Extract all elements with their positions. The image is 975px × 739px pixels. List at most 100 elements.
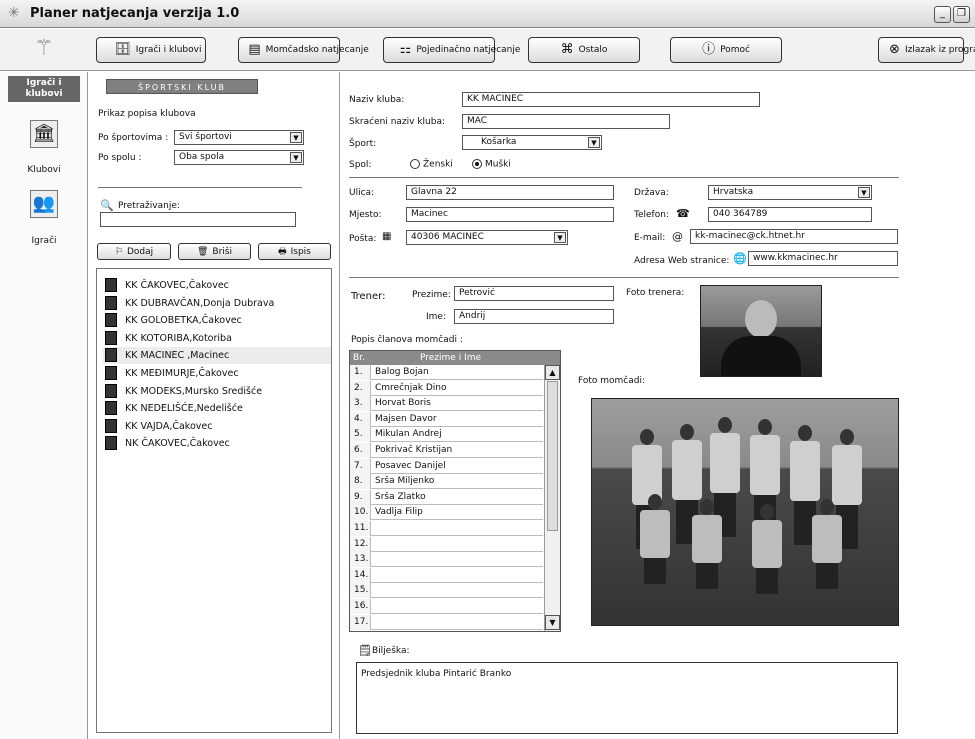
scroll-thumb[interactable] xyxy=(547,381,558,531)
table-row[interactable]: 2. Cmrečnjak Dino xyxy=(350,380,543,396)
team-competition-button[interactable]: ▤ Momčadsko natjecanje xyxy=(238,37,369,63)
chevron-down-icon[interactable]: ▼ xyxy=(858,187,870,198)
sport-select[interactable]: Košarka ▼ xyxy=(462,135,602,150)
phone-icon: ☎ xyxy=(676,207,690,220)
chevron-down-icon[interactable]: ▼ xyxy=(290,152,302,163)
table-row[interactable]: 10. Vadlja Filip xyxy=(350,505,543,521)
country-select[interactable]: Hrvatska ▼ xyxy=(708,185,872,200)
sidebar-item-players[interactable]: Igrači xyxy=(0,236,88,246)
help-button[interactable]: ⓘ Pomoć xyxy=(670,37,782,63)
email-field[interactable]: kk-macinec@ck.htnet.hr xyxy=(690,229,898,244)
table-row[interactable]: 6. Pokrivač Kristijan xyxy=(350,443,543,458)
list-item[interactable]: KK MEĐIMURJE,Čakovec xyxy=(103,365,331,382)
row-number: 15. xyxy=(350,583,371,599)
list-item[interactable]: KK MACINEC ,Macinec xyxy=(103,347,331,365)
street-field[interactable]: Glavna 22 xyxy=(406,185,614,200)
players-clubs-button[interactable]: 🗄 Igrači i klubovi xyxy=(96,37,206,63)
database-icon: 🗄 xyxy=(114,42,131,57)
sidebar-item-clubs[interactable]: Klubovi xyxy=(0,165,88,175)
team-icon: ▤ xyxy=(248,42,261,57)
search-label: Pretraživanje: xyxy=(118,201,180,211)
other-button[interactable]: ⌘ Ostalo xyxy=(528,37,640,63)
surname-field[interactable]: Petrović xyxy=(454,286,614,301)
short-name-field[interactable]: MAC xyxy=(462,114,670,129)
print-button[interactable]: 🖶 Ispis xyxy=(258,243,331,260)
first-name-label: Ime: xyxy=(426,312,446,322)
sidebar-header[interactable]: Igrači i klubovi xyxy=(8,76,80,102)
web-field[interactable]: www.kkmacinec.hr xyxy=(748,251,898,266)
roster-header: Br. Prezime i Ime xyxy=(350,351,560,365)
table-row[interactable]: 7. Posavec Danijel xyxy=(350,458,543,474)
divider xyxy=(349,277,899,278)
list-item[interactable]: KK KOTORIBA,Kotoriba xyxy=(103,330,331,347)
chevron-down-icon[interactable]: ▼ xyxy=(588,137,600,148)
list-item[interactable]: KK GOLOBETKA,Čakovec xyxy=(103,312,331,329)
roster-label: Popis članova momčadi : xyxy=(351,335,463,345)
list-item[interactable]: KK DUBRAVČAN,Donja Dubrava xyxy=(103,295,331,312)
post-select[interactable]: 40306 MACINEC ▼ xyxy=(406,230,568,245)
table-row[interactable]: 14. xyxy=(350,567,543,583)
flag-icon: ⚐ xyxy=(114,246,123,257)
restore-button[interactable]: ❐ xyxy=(953,6,970,23)
sport-filter-select[interactable]: Svi športovi ▼ xyxy=(174,130,304,145)
table-row[interactable]: 3. Horvat Boris xyxy=(350,396,543,412)
list-item[interactable]: NK ČAKOVEC,Čakovec xyxy=(103,435,331,452)
roster-scrollbar[interactable]: ▲ ▼ xyxy=(544,365,560,631)
club-name: KK KOTORIBA,Kotoriba xyxy=(125,332,232,344)
table-row[interactable]: 11. xyxy=(350,521,543,536)
roster-table[interactable]: Br. Prezime i Ime 1. Balog Bojan 2. Cmrečnj… xyxy=(349,350,561,632)
list-item[interactable]: KK NEDELIŠĆE,Nedelišće xyxy=(103,400,331,417)
player-name: Vadlja Filip xyxy=(375,507,423,518)
row-number: 5. xyxy=(350,427,371,443)
list-item[interactable]: KK VAJDA,Čakovec xyxy=(103,418,331,435)
minimize-button[interactable]: _ xyxy=(934,6,951,23)
scroll-down-icon[interactable]: ▼ xyxy=(545,615,560,630)
building-icon xyxy=(105,295,117,310)
players-icon[interactable]: 👥 xyxy=(30,190,58,218)
delete-button[interactable]: 🗑 Briši xyxy=(178,243,251,260)
club-name: KK NEDELIŠĆE,Nedelišće xyxy=(125,403,243,415)
table-row[interactable]: 9. Srša Zlatko xyxy=(350,489,543,505)
gender-filter-select[interactable]: Oba spola ▼ xyxy=(174,150,304,165)
place-field[interactable]: Macinec xyxy=(406,207,614,222)
sport-label: Šport: xyxy=(349,139,377,149)
search-input[interactable] xyxy=(100,212,296,227)
building-icon xyxy=(105,330,117,345)
divider xyxy=(349,177,899,178)
row-number: 7. xyxy=(350,458,371,474)
club-list[interactable]: KK ČAKOVEC,Čakovec KK DUBRAVČAN,Donja Dub… xyxy=(96,268,332,733)
phone-field[interactable]: 040 364789 xyxy=(708,207,872,222)
add-button[interactable]: ⚐ Dodaj xyxy=(97,243,171,260)
radio-icon[interactable] xyxy=(410,159,420,169)
list-item[interactable]: KK ČAKOVEC,Čakovec xyxy=(103,277,331,294)
short-name-label: Skraćeni naziv kluba: xyxy=(349,117,445,127)
table-row[interactable]: 15. xyxy=(350,583,543,599)
club-name-field[interactable]: KK MACINEC xyxy=(462,92,760,107)
chevron-down-icon[interactable]: ▼ xyxy=(554,232,566,243)
row-number: 17. xyxy=(350,614,371,630)
table-row[interactable]: 13. xyxy=(350,552,543,568)
male-radio[interactable]: Muški xyxy=(472,159,511,170)
table-row[interactable]: 12. xyxy=(350,536,543,552)
table-row[interactable]: 17. xyxy=(350,614,543,630)
sport-filter-label: Po športovima : xyxy=(98,133,169,143)
exit-button[interactable]: ⊗ Izlazak iz programa xyxy=(878,37,975,63)
table-row[interactable]: 1. Balog Bojan xyxy=(350,365,543,380)
list-item[interactable]: KK MODEKS,Mursko Središće xyxy=(103,383,331,400)
scroll-up-icon[interactable]: ▲ xyxy=(545,365,560,380)
table-row[interactable]: 4. Majsen Davor xyxy=(350,411,543,427)
chevron-down-icon[interactable]: ▼ xyxy=(290,132,302,143)
gender-filter-label: Po spolu : xyxy=(98,153,142,163)
player-figure xyxy=(752,504,782,594)
notes-field[interactable]: Predsjednik kluba Pintarić Branko xyxy=(356,662,898,734)
team-photo xyxy=(591,398,899,626)
first-name-field[interactable]: Andrij xyxy=(454,309,614,324)
table-row[interactable]: 8. Srša Miljenko xyxy=(350,474,543,490)
radio-selected-icon[interactable] xyxy=(472,159,482,169)
table-row[interactable]: 5. Mikulan Andrej xyxy=(350,427,543,443)
table-row[interactable]: 16. xyxy=(350,599,543,614)
building-icon xyxy=(105,383,117,398)
individual-competition-button[interactable]: ⚏ Pojedinačno natjecanje xyxy=(383,37,520,63)
female-radio[interactable]: Ženski xyxy=(410,159,453,170)
clubs-icon[interactable]: 🏛 xyxy=(30,120,58,148)
